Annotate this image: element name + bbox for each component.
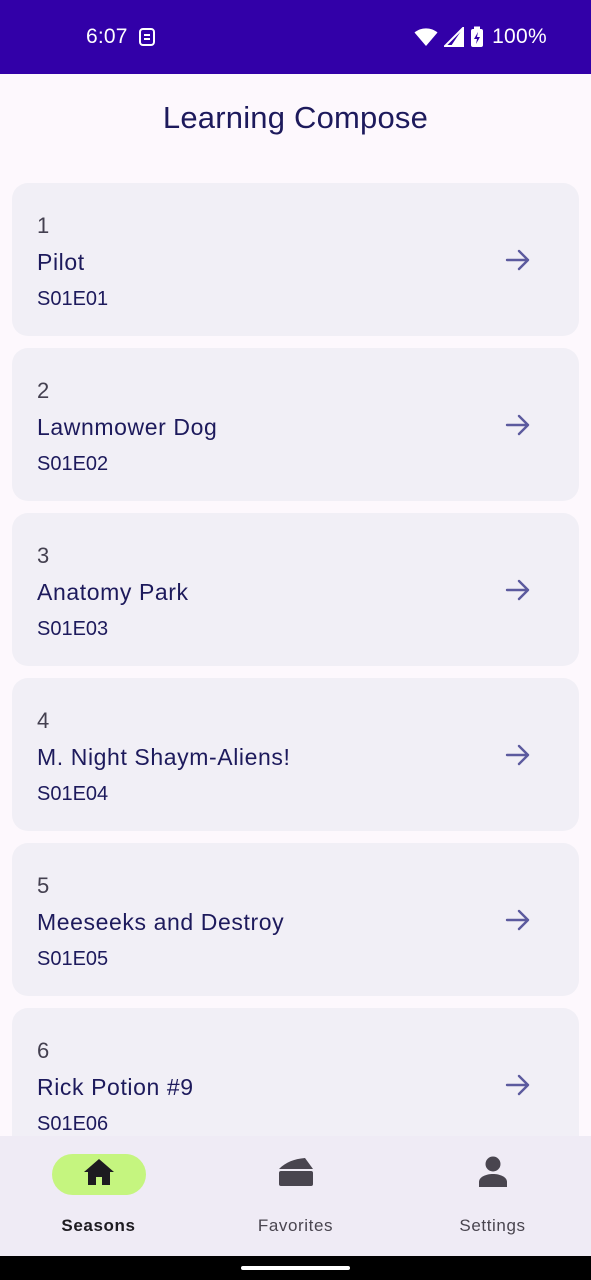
cellular-signal-icon [444,27,465,47]
arrow-forward-icon[interactable] [504,246,532,274]
episode-card[interactable]: 5 Meeseeks and Destroy S01E05 [12,843,579,996]
sim-card-icon [138,27,156,47]
episode-number: 1 [37,213,50,238]
status-left: 6:07 [86,25,156,49]
episode-code: S01E06 [37,1113,109,1135]
status-time: 6:07 [86,25,128,48]
arrow-forward-icon[interactable] [504,906,532,934]
nav-item-seasons[interactable]: Seasons [0,1136,197,1256]
episode-code: S01E05 [37,948,109,970]
nav-label-settings: Settings [459,1216,526,1235]
gesture-navigation-bar [0,1256,591,1280]
bottom-navigation: Seasons Favorites Settings [0,1136,591,1256]
episode-title: Anatomy Park [37,579,189,605]
page-title: Learning Compose [162,100,429,135]
nav-label-favorites: Favorites [257,1216,334,1235]
home-icon [83,1158,115,1191]
episode-title: Rick Potion #9 [37,1074,194,1100]
gesture-handle[interactable] [241,1266,350,1270]
episode-code: S01E01 [37,288,109,310]
nav-item-settings[interactable]: Settings [394,1136,591,1256]
episode-card[interactable]: 6 Rick Potion #9 S01E06 [12,1008,579,1136]
episode-number: 3 [37,543,50,568]
nav-active-indicator [51,1154,146,1195]
wifi-icon [414,27,438,47]
nav-item-favorites[interactable]: Favorites [197,1136,394,1256]
arrow-forward-icon[interactable] [504,576,532,604]
status-right: 100% [414,25,547,49]
arrow-forward-icon[interactable] [504,1071,532,1099]
nav-label-seasons: Seasons [61,1216,136,1235]
battery-percentage: 100% [492,25,547,48]
cake-icon [278,1157,314,1192]
nav-pill [249,1154,343,1195]
status-bar: 6:07 100% [0,0,591,74]
episode-code: S01E02 [37,453,109,475]
episode-title: Meeseeks and Destroy [37,909,285,935]
person-icon [478,1156,508,1193]
episode-card[interactable]: 4 M. Night Shaym-Aliens! S01E04 [12,678,579,831]
episode-title: Lawnmower Dog [37,414,218,440]
nav-pill [446,1154,540,1195]
episode-code: S01E04 [37,783,109,805]
episode-code: S01E03 [37,618,109,640]
episode-number: 2 [37,378,50,403]
battery-charging-icon [470,26,484,48]
episode-card[interactable]: 2 Lawnmower Dog S01E02 [12,348,579,501]
arrow-forward-icon[interactable] [504,741,532,769]
episode-card[interactable]: 1 Pilot S01E01 [12,183,579,336]
episode-list[interactable]: 1 Pilot S01E01 2 Lawnmower Dog S01E02 3 … [12,183,579,1136]
episode-title: Pilot [37,249,85,275]
arrow-forward-icon[interactable] [504,411,532,439]
episode-title: M. Night Shaym-Aliens! [37,744,291,770]
episode-number: 6 [37,1038,50,1063]
episode-number: 4 [37,708,50,733]
episode-card[interactable]: 3 Anatomy Park S01E03 [12,513,579,666]
episode-number: 5 [37,873,50,898]
